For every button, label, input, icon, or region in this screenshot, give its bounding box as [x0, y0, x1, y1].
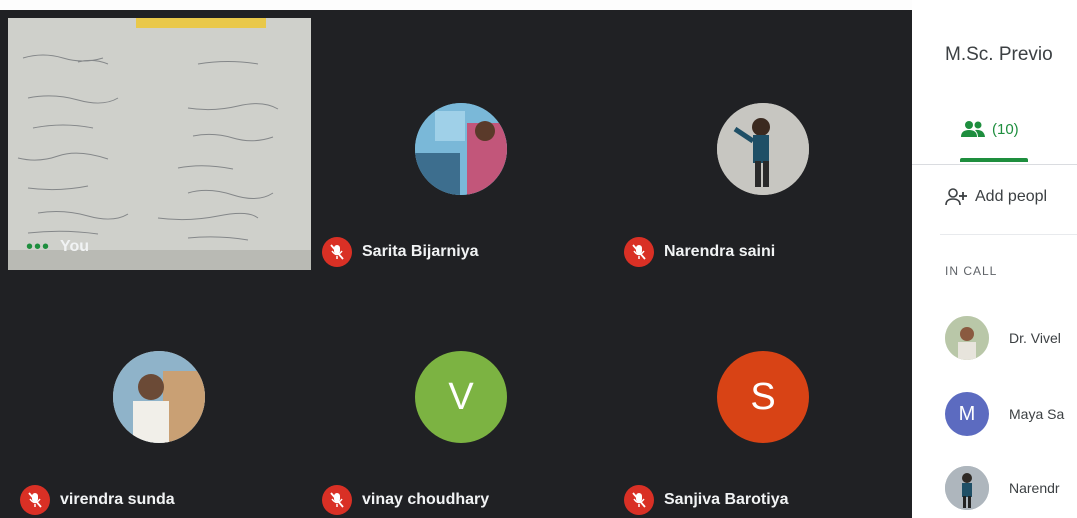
add-people-button[interactable]: Add peopl — [945, 188, 1047, 206]
avatar — [945, 466, 989, 510]
participant-tile[interactable]: virendra sunda — [8, 263, 308, 518]
participant-tile[interactable]: Narendra saini — [612, 15, 912, 270]
tab-underline — [960, 158, 1028, 162]
participant-name: Sanjiva Barotiya — [664, 491, 789, 508]
name-row: vinay choudhary — [322, 485, 489, 515]
avatar — [415, 103, 507, 195]
participant-name: vinay choudhary — [362, 491, 490, 508]
people-panel: M.Sc. Previo (10) Add peopl IN CALL Dr. … — [912, 0, 1077, 518]
participant-tile[interactable]: V vinay choudhary — [310, 263, 610, 518]
avatar-letter: S — [717, 351, 809, 443]
participant-list-item[interactable]: Dr. Vivel — [945, 316, 1061, 360]
participant-name: Narendr — [1009, 480, 1060, 496]
avatar — [717, 103, 809, 195]
participant-list-item[interactable]: Narendr — [945, 466, 1060, 510]
more-dots-icon[interactable]: ••• — [26, 237, 50, 257]
participant-tile[interactable]: Sarita Bijarniya — [310, 15, 610, 270]
self-name-row: ••• You — [26, 237, 90, 257]
avatar-photo — [717, 103, 809, 195]
avatar-photo — [945, 316, 989, 360]
people-count: (10) — [992, 120, 1019, 138]
participant-name: You — [60, 238, 90, 255]
avatar-photo — [945, 466, 989, 510]
meeting-title: M.Sc. Previo — [945, 44, 1053, 65]
avatar-letter: M — [945, 392, 989, 436]
participant-name: Sarita Bijarniya — [362, 243, 479, 260]
participant-name: Dr. Vivel — [1009, 330, 1061, 346]
participant-name: Narendra saini — [664, 243, 776, 260]
in-call-heading: IN CALL — [945, 264, 998, 278]
self-video-tile[interactable]: ••• You — [8, 18, 311, 270]
divider — [912, 164, 1077, 165]
people-icon — [961, 121, 985, 137]
video-grid: ••• You Sarita Bijarniya Narendra saini … — [0, 0, 912, 518]
avatar-photo — [113, 351, 205, 443]
whiteboard-video — [8, 18, 311, 270]
participant-tile[interactable]: S Sanjiva Barotiya — [612, 263, 912, 518]
name-row: Sanjiva Barotiya — [624, 485, 789, 515]
mic-off-icon — [624, 485, 654, 515]
mic-off-icon — [322, 485, 352, 515]
divider — [940, 234, 1077, 235]
name-row: virendra sunda — [20, 485, 175, 515]
avatar — [113, 351, 205, 443]
avatar — [945, 316, 989, 360]
participant-name: virendra sunda — [60, 491, 175, 508]
participant-name: Maya Sa — [1009, 406, 1065, 422]
tab-people[interactable]: (10) — [960, 120, 1019, 138]
participant-list-item[interactable]: M Maya Sa — [945, 392, 1064, 436]
add-people-label: Add peopl — [975, 188, 1048, 205]
add-person-icon — [945, 188, 967, 206]
avatar-letter: V — [415, 351, 507, 443]
mic-off-icon — [20, 485, 50, 515]
avatar-photo — [415, 103, 507, 195]
top-strip — [0, 0, 912, 10]
